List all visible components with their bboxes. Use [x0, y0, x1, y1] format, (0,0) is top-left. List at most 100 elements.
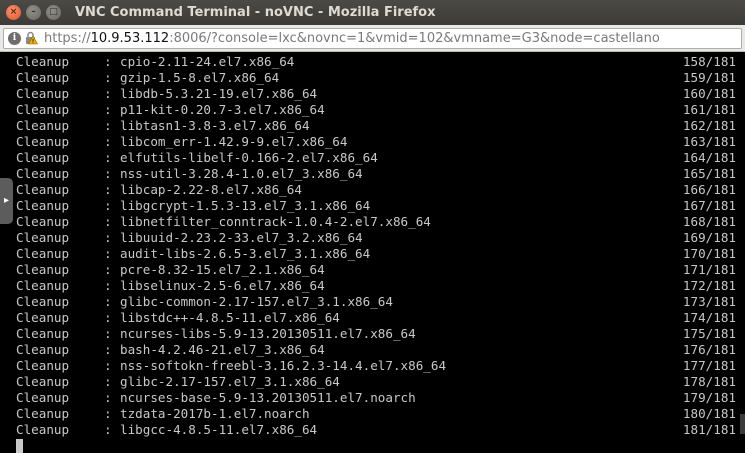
window-titlebar: × – □ VNC Command Terminal - noVNC - Moz… [0, 0, 745, 25]
progress-count: 180/181 [682, 406, 736, 421]
line-separator: : [104, 422, 112, 437]
package-name: libtasn1-3.8-3.el7.x86_64 [120, 118, 310, 133]
progress-count: 175/181 [682, 326, 736, 341]
line-action: Cleanup [16, 54, 70, 69]
window-controls: × – □ [6, 5, 61, 20]
line-separator: : [104, 294, 112, 309]
progress-count: 166/181 [682, 182, 736, 197]
progress-count: 162/181 [682, 118, 736, 133]
terminal-line: Cleanup: libselinux-2.5-6.el7.x86_64 172/1… [0, 278, 745, 294]
package-name: ncurses-libs-5.9-13.20130511.el7.x86_64 [120, 326, 416, 341]
line-separator: : [104, 406, 112, 421]
terminal-line: Cleanup: elfutils-libelf-0.166-2.el7.x86_… [0, 150, 745, 166]
url-scheme: https:// [44, 30, 91, 46]
package-name: libgcc-4.8.5-11.el7.x86_64 [120, 422, 318, 437]
package-name: libcap-2.22-8.el7.x86_64 [120, 182, 302, 197]
terminal-line: Cleanup: libdb-5.3.21-19.el7.x86_64 160/18… [0, 86, 745, 102]
progress-count: 163/181 [682, 134, 736, 149]
line-separator: : [104, 358, 112, 373]
progress-count: 168/181 [682, 214, 736, 229]
line-action: Cleanup [16, 294, 70, 309]
terminal-line: Cleanup: libcap-2.22-8.el7.x86_64 166/181 [0, 182, 745, 198]
terminal-line: Cleanup: libstdc++-4.8.5-11.el7.x86_64 174… [0, 310, 745, 326]
package-name: audit-libs-2.6.5-3.el7_3.1.x86_64 [120, 246, 371, 261]
line-separator: : [104, 278, 112, 293]
line-action: Cleanup [16, 374, 70, 389]
progress-count: 164/181 [682, 150, 736, 165]
terminal-line: Cleanup: glibc-2.17-157.el7_3.1.x86_64 178… [0, 374, 745, 390]
line-separator: : [104, 310, 112, 325]
progress-count: 159/181 [682, 70, 736, 85]
line-action: Cleanup [16, 422, 70, 437]
terminal-line: Cleanup: ncurses-libs-5.9-13.20130511.el7… [0, 326, 745, 342]
line-separator: : [104, 70, 112, 85]
url-bar: i https://10.9.53.112:8006/?console=lxc&… [0, 25, 745, 52]
maximize-window-button[interactable]: □ [46, 5, 61, 20]
progress-count: 181/181 [682, 422, 736, 437]
terminal-cursor [16, 439, 23, 453]
package-name: libstdc++-4.8.5-11.el7.x86_64 [120, 310, 340, 325]
terminal-line: Cleanup: nss-util-3.28.4-1.0.el7_3.x86_64… [0, 166, 745, 182]
package-name: pcre-8.32-15.el7_2.1.x86_64 [120, 262, 325, 277]
close-window-button[interactable]: × [6, 5, 21, 20]
line-action: Cleanup [16, 166, 70, 181]
terminal-line: Cleanup: libnetfilter_conntrack-1.0.4-2.e… [0, 214, 745, 230]
site-info-icon[interactable]: i [8, 31, 21, 45]
line-separator: : [104, 326, 112, 341]
line-action: Cleanup [16, 150, 70, 165]
progress-count: 167/181 [682, 198, 736, 213]
package-name: ncurses-base-5.9-13.20130511.el7.noarch [120, 390, 416, 405]
terminal-line: Cleanup: libcom_err-1.42.9-9.el7.x86_64 16… [0, 134, 745, 150]
package-name: nss-softokn-freebl-3.16.2.3-14.4.el7.x86… [120, 358, 447, 373]
line-separator: : [104, 262, 112, 277]
novnc-control-bar-handle[interactable]: ▸ [0, 178, 13, 224]
line-separator: : [104, 214, 112, 229]
terminal-line: Cleanup: pcre-8.32-15.el7_2.1.x86_64 171/1… [0, 262, 745, 278]
terminal-line: Cleanup: cpio-2.11-24.el7.x86_64 158/181 [0, 54, 745, 70]
minimize-window-button[interactable]: – [26, 5, 41, 20]
progress-count: 176/181 [682, 342, 736, 357]
line-separator: : [104, 198, 112, 213]
package-name: libnetfilter_conntrack-1.0.4-2.el7.x86_6… [120, 214, 431, 229]
progress-count: 178/181 [682, 374, 736, 389]
package-name: libcom_err-1.42.9-9.el7.x86_64 [120, 134, 348, 149]
line-separator: : [104, 182, 112, 197]
line-separator: : [104, 150, 112, 165]
progress-count: 174/181 [682, 310, 736, 325]
terminal-line: Cleanup: glibc-common-2.17-157.el7_3.1.x8… [0, 294, 745, 310]
terminal-line: Cleanup: tzdata-2017b-1.el7.noarch 180/181 [0, 406, 745, 422]
progress-count: 171/181 [682, 262, 736, 277]
package-name: libselinux-2.5-6.el7.x86_64 [120, 278, 325, 293]
progress-count: 177/181 [682, 358, 736, 373]
window-title: VNC Command Terminal - noVNC - Mozilla F… [75, 5, 436, 20]
line-action: Cleanup [16, 326, 70, 341]
terminal-line: Cleanup: p11-kit-0.20.7-3.el7.x86_64 161/1… [0, 102, 745, 118]
line-separator: : [104, 342, 112, 357]
line-separator: : [104, 166, 112, 181]
package-name: libdb-5.3.21-19.el7.x86_64 [120, 86, 318, 101]
insecure-lock-warning-icon[interactable] [24, 31, 38, 45]
line-action: Cleanup [16, 70, 70, 85]
url-path: :8006/?console=lxc&novnc=1&vmid=102&vmna… [169, 30, 660, 46]
url-text: https://10.9.53.112:8006/?console=lxc&no… [44, 31, 660, 46]
line-separator: : [104, 374, 112, 389]
line-action: Cleanup [16, 278, 70, 293]
terminal-line: Cleanup: libuuid-2.23.2-33.el7_3.2.x86_64… [0, 230, 745, 246]
terminal-line: Cleanup: ncurses-base-5.9-13.20130511.el7… [0, 390, 745, 406]
progress-count: 161/181 [682, 102, 736, 117]
line-separator: : [104, 86, 112, 101]
progress-count: 165/181 [682, 166, 736, 181]
url-host: 10.9.53.112 [90, 30, 170, 46]
line-separator: : [104, 54, 112, 69]
address-field[interactable]: i https://10.9.53.112:8006/?console=lxc&… [3, 27, 742, 49]
terminal-line: Cleanup: libgcrypt-1.5.3-13.el7_3.1.x86_6… [0, 198, 745, 214]
terminal-line: Cleanup: libtasn1-3.8-3.el7.x86_64 162/181 [0, 118, 745, 134]
line-action: Cleanup [16, 390, 70, 405]
progress-count: 173/181 [682, 294, 736, 309]
line-action: Cleanup [16, 182, 70, 197]
vnc-terminal-screen[interactable]: Cleanup: cpio-2.11-24.el7.x86_64 158/181 Cl… [0, 53, 745, 453]
terminal-line: Cleanup: audit-libs-2.6.5-3.el7_3.1.x86_6… [0, 246, 745, 262]
scrollbar-thumb[interactable] [740, 414, 745, 434]
terminal-line: Cleanup: libgcc-4.8.5-11.el7.x86_64 181/18… [0, 422, 745, 438]
line-action: Cleanup [16, 406, 70, 421]
